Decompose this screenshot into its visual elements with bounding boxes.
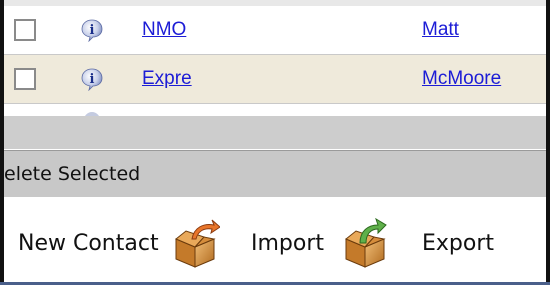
table-footer-band — [4, 116, 546, 149]
owner-link[interactable]: McMoore — [422, 68, 501, 90]
svg-text:i: i — [90, 23, 95, 38]
frame-border-right — [546, 0, 550, 285]
row-checkbox[interactable] — [14, 68, 36, 90]
bulk-action-bar: elete Selected — [4, 150, 546, 198]
svg-text:i: i — [90, 72, 95, 87]
box-arrow-in-icon[interactable] — [170, 217, 220, 269]
info-icon[interactable]: i — [80, 18, 104, 42]
contact-name-link[interactable]: NMO — [142, 19, 186, 41]
box-arrow-out-icon[interactable] — [340, 217, 390, 269]
contact-name-link[interactable]: Expre — [142, 68, 192, 90]
table-row-partial — [4, 104, 546, 116]
info-icon[interactable]: i — [80, 67, 104, 91]
owner-link[interactable]: Matt — [422, 19, 459, 41]
table-row: i NMO Matt — [4, 6, 546, 55]
frame-border-left — [0, 0, 4, 285]
contacts-panel: i NMO Matt i Expre McMoore elete Selecte… — [0, 0, 550, 285]
new-contact-button[interactable]: New Contact — [18, 231, 159, 256]
row-checkbox[interactable] — [14, 19, 36, 41]
contact-toolbar: New Contact Import Export — [4, 197, 546, 283]
table-row: i Expre McMoore — [4, 55, 546, 104]
import-button[interactable]: Import — [251, 231, 324, 256]
delete-selected-button[interactable]: elete Selected — [4, 163, 140, 185]
export-button[interactable]: Export — [422, 231, 494, 256]
